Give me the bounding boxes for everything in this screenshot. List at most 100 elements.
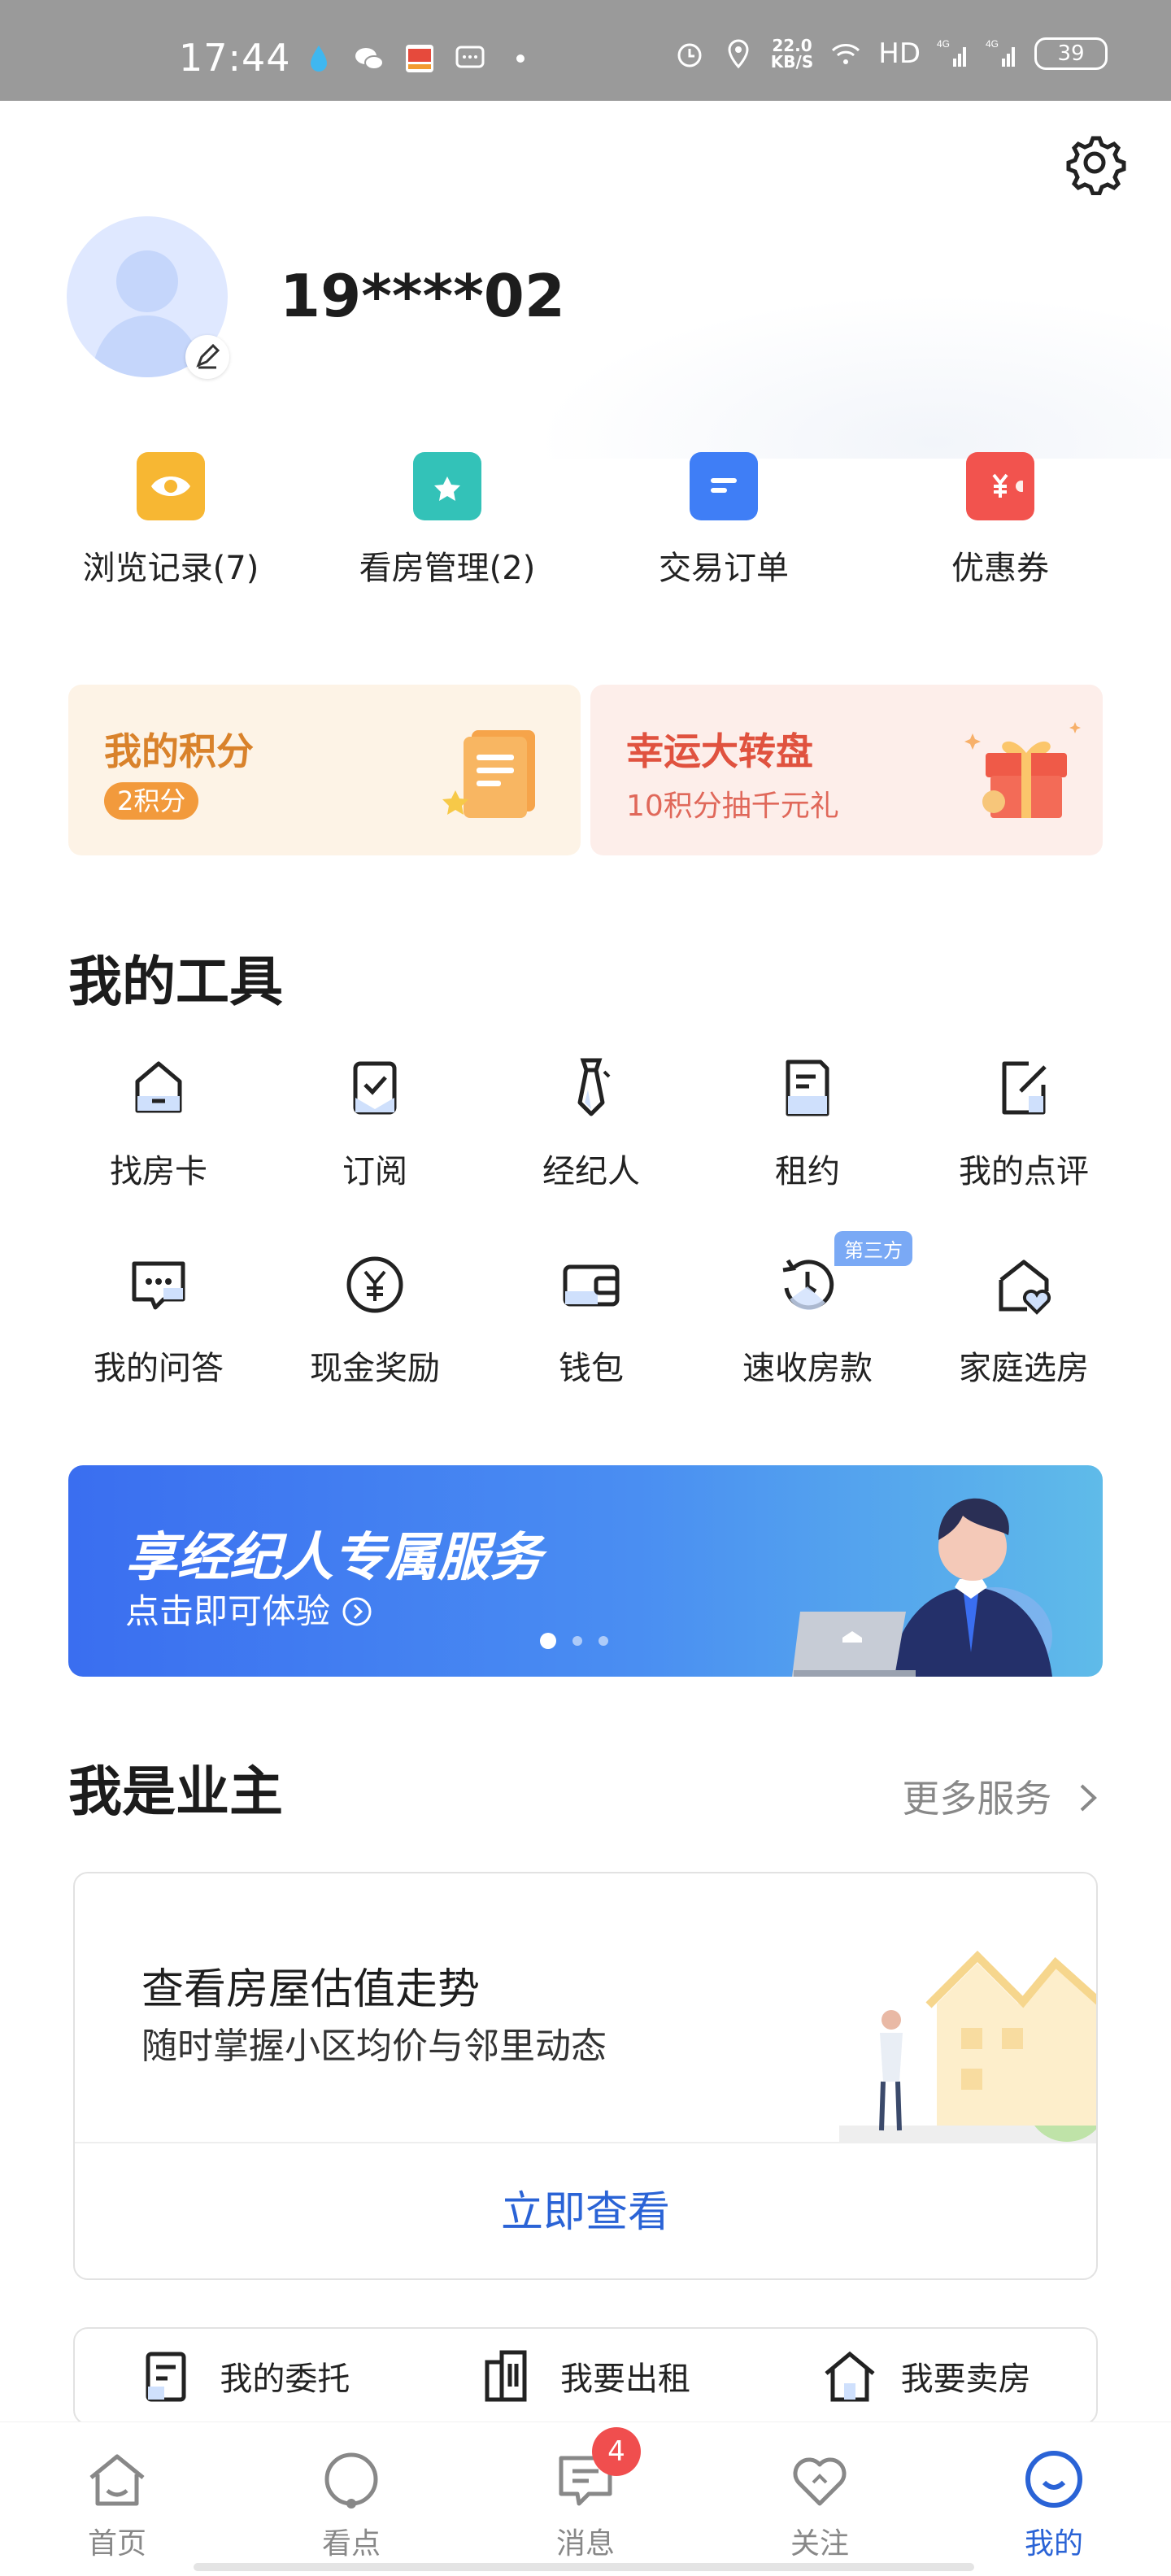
nav-home[interactable]: 首页: [0, 2422, 234, 2576]
tool-label: 现金奖励: [310, 1350, 440, 1387]
system-status-icons: 22.0 KB/S HD 4G 4G 39: [673, 37, 1108, 70]
tool-my-qa[interactable]: 我的问答: [50, 1246, 267, 1389]
eye-icon: [137, 452, 205, 520]
nav-messages[interactable]: 4 消息: [468, 2422, 703, 2576]
nav-label: 看点: [321, 2527, 381, 2561]
quick-actions: 浏览记录(7) 看房管理(2) 交易订单 优惠券: [33, 452, 1138, 589]
tool-wallet[interactable]: 钱包: [483, 1246, 699, 1389]
pagination-dot[interactable]: [540, 1633, 556, 1649]
coupons-button[interactable]: 优惠券: [862, 452, 1138, 589]
valuation-subtitle: 随时掌握小区均价与邻里动态: [141, 2026, 607, 2067]
droplet-icon: [311, 46, 327, 72]
svg-text:4G: 4G: [986, 38, 999, 50]
house-illustration: [839, 1950, 1096, 2142]
status-bar: 17:44 22.0 KB/S HD 4G 4G 39: [0, 0, 1171, 101]
building-rent-icon: [485, 2350, 527, 2402]
tool-cash-reward[interactable]: 现金奖励: [267, 1246, 483, 1389]
agent-service-banner[interactable]: 享经纪人专属服务 点击即可体验: [68, 1465, 1103, 1677]
viewing-management-button[interactable]: 看房管理(2): [309, 452, 586, 589]
pagination-dot[interactable]: [572, 1636, 582, 1646]
tool-quick-payment[interactable]: 第三方 速收房款: [699, 1231, 916, 1389]
wallet-icon: [563, 1264, 620, 1307]
gift-box-icon: [964, 722, 1081, 818]
home-icon: [89, 2454, 145, 2506]
status-time: 17:44: [179, 36, 291, 80]
my-points-card[interactable]: 我的积分 2积分: [68, 685, 581, 855]
tool-label: 租约: [775, 1153, 840, 1190]
my-entrust-button[interactable]: 我的委托: [75, 2329, 416, 2423]
browse-history-button[interactable]: 浏览记录(7): [33, 452, 309, 589]
edit-avatar-icon[interactable]: [185, 335, 229, 379]
discover-icon: [324, 2452, 378, 2509]
lucky-title: 幸运大转盘: [626, 729, 813, 773]
pagination-dot[interactable]: [599, 1636, 608, 1646]
points-notes-icon: [442, 730, 535, 818]
sms-icon: [455, 46, 485, 68]
valuation-title: 查看房屋估值走势: [141, 1965, 481, 2014]
chevron-right-icon: [1080, 1784, 1097, 1812]
tools-grid: 找房卡 订阅 经纪人 租约 我的点评 我的问答 现金奖励 钱包 第三方 速收房款…: [50, 1049, 1132, 1389]
tool-label: 找房卡: [110, 1153, 207, 1190]
sell-house-button[interactable]: 我要卖房: [755, 2329, 1096, 2423]
location-icon: [728, 39, 749, 69]
subscribe-check-icon: [353, 1061, 397, 1115]
nav-profile[interactable]: 我的: [937, 2422, 1171, 2576]
message-count-badge: 4: [592, 2427, 641, 2476]
tool-house-card[interactable]: 找房卡: [50, 1049, 267, 1192]
tool-label: 经纪人: [542, 1153, 640, 1190]
tool-subscribe[interactable]: 订阅: [267, 1049, 483, 1192]
trade-orders-button[interactable]: 交易订单: [586, 452, 862, 589]
banner-title: 享经纪人专属服务: [125, 1528, 542, 1588]
home-heart-icon: [999, 1260, 1051, 1315]
tool-lease[interactable]: 租约: [699, 1049, 916, 1192]
wifi-icon: [832, 44, 860, 64]
lucky-wheel-card[interactable]: 幸运大转盘 10积分抽千元礼: [590, 685, 1103, 855]
tool-my-reviews[interactable]: 我的点评: [916, 1049, 1132, 1192]
bottom-navigation: 首页 看点 4 消息 关注 我的: [0, 2422, 1171, 2576]
home-indicator: [194, 2563, 974, 2571]
view-now-button[interactable]: 立即查看: [75, 2143, 1096, 2278]
nav-label: 关注: [790, 2527, 849, 2561]
quick-label: 优惠券: [951, 550, 1049, 587]
chevron-circle-icon: [342, 1597, 372, 1626]
tool-label: 速收房款: [742, 1350, 873, 1387]
tools-section-title: 我的工具: [68, 951, 283, 1013]
nav-follow[interactable]: 关注: [703, 2422, 937, 2576]
tool-label: 订阅: [342, 1153, 407, 1190]
owner-section-title: 我是业主: [68, 1760, 283, 1823]
tie-icon: [577, 1058, 611, 1116]
battery-indicator: 39: [1034, 37, 1108, 70]
nav-discover[interactable]: 看点: [234, 2422, 468, 2576]
network-speed: 22.0 KB/S: [770, 36, 814, 72]
tool-label: 我的问答: [94, 1350, 224, 1387]
lease-doc-icon: [786, 1060, 829, 1116]
settings-gear-icon[interactable]: [1062, 130, 1127, 195]
svg-text:4G: 4G: [937, 38, 950, 50]
yen-coin-icon: [346, 1256, 403, 1313]
tool-family-selection[interactable]: 家庭选房: [916, 1246, 1132, 1389]
more-services-link[interactable]: 更多服务: [902, 1769, 1103, 1823]
banner-pagination: [540, 1633, 608, 1649]
tool-agent[interactable]: 经纪人: [483, 1049, 699, 1192]
heart-icon: [793, 2457, 847, 2506]
app-58-icon: [406, 45, 433, 72]
quick-label: 浏览记录(7): [82, 550, 259, 587]
house-valuation-card[interactable]: 查看房屋估值走势 随时掌握小区均价与邻里动态 立即查看: [73, 1872, 1098, 2280]
points-badge: 2积分: [104, 782, 199, 820]
wechat-icon: [355, 48, 384, 70]
nav-label: 消息: [555, 2527, 615, 2561]
signal-icon: 4G: [937, 38, 966, 67]
more-dot-icon: [516, 54, 525, 63]
quick-label: 交易订单: [659, 550, 789, 587]
signal-icon: 4G: [986, 38, 1015, 67]
edit-review-icon: [1002, 1061, 1047, 1115]
banner-subtitle: 点击即可体验: [125, 1584, 373, 1634]
house-sell-icon: [825, 2351, 875, 2402]
alarm-icon: [677, 43, 702, 67]
nav-label: 首页: [87, 2527, 146, 2561]
house-card-icon: [135, 1061, 182, 1113]
user-phone[interactable]: 19****02: [280, 262, 565, 330]
third-party-tag: 第三方: [834, 1231, 912, 1266]
owner-actions-row: 我的委托 我要出租 我要卖房: [73, 2327, 1098, 2425]
rent-out-button[interactable]: 我要出租: [416, 2329, 756, 2423]
